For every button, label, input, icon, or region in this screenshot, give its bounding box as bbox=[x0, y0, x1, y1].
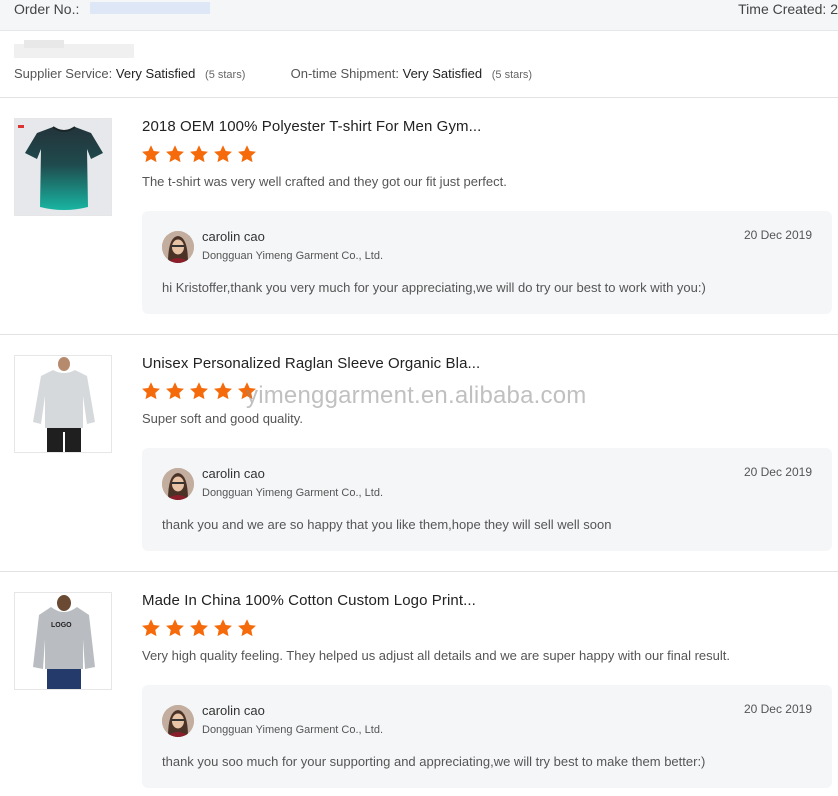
review-comment: Very high quality feeling. They helped u… bbox=[142, 648, 731, 663]
supplier-service-value: Very Satisfied bbox=[115, 66, 196, 81]
buyer-name-redacted-2 bbox=[24, 40, 64, 48]
reply-text: thank you and we are so happy that you l… bbox=[162, 517, 612, 532]
watermark: yimenggarment.en.alibaba.com bbox=[246, 382, 587, 409]
avatar bbox=[162, 468, 194, 500]
shipment-label: On-time Shipment: bbox=[290, 66, 399, 81]
sweatshirt-icon bbox=[15, 356, 111, 452]
replier-company: Dongguan Yimeng Garment Co., Ltd. bbox=[202, 250, 383, 262]
person-avatar-icon bbox=[162, 705, 194, 737]
star-icon bbox=[214, 382, 232, 400]
star-icon bbox=[238, 619, 256, 637]
replier-company: Dongguan Yimeng Garment Co., Ltd. bbox=[202, 487, 383, 499]
star-icon bbox=[166, 145, 184, 163]
replier-name: carolin cao bbox=[202, 229, 265, 244]
divider bbox=[0, 571, 838, 572]
star-icon bbox=[142, 382, 160, 400]
order-number-redacted bbox=[90, 2, 210, 14]
reply-date: 20 Dec 2019 bbox=[743, 228, 812, 242]
star-icon bbox=[214, 619, 232, 637]
replier-company: Dongguan Yimeng Garment Co., Ltd. bbox=[202, 724, 383, 736]
avatar bbox=[162, 231, 194, 263]
star-icon bbox=[166, 619, 184, 637]
tshirt-icon bbox=[15, 119, 111, 215]
shipment-stars: (5 stars) bbox=[491, 69, 533, 81]
star-icon bbox=[190, 382, 208, 400]
order-header: Order No.: Time Created: 2 bbox=[0, 0, 838, 31]
divider bbox=[0, 334, 838, 335]
divider bbox=[0, 97, 838, 98]
review-comment: The t-shirt was very well crafted and th… bbox=[142, 174, 507, 189]
star-rating bbox=[141, 618, 261, 638]
star-rating bbox=[141, 381, 261, 401]
product-image[interactable] bbox=[14, 118, 112, 216]
reply-text: thank you soo much for your supporting a… bbox=[162, 754, 706, 769]
star-icon bbox=[214, 145, 232, 163]
star-icon bbox=[238, 145, 256, 163]
star-icon bbox=[190, 145, 208, 163]
review-comment: Super soft and good quality. bbox=[142, 411, 303, 426]
replier-name: carolin cao bbox=[202, 703, 265, 718]
star-icon bbox=[142, 145, 160, 163]
product-title-link[interactable]: 2018 OEM 100% Polyester T-shirt For Men … bbox=[142, 118, 481, 135]
product-image[interactable]: LOGO bbox=[14, 592, 112, 690]
hoodie-logo-text: LOGO bbox=[51, 622, 72, 629]
star-icon bbox=[190, 619, 208, 637]
hoodie-icon: LOGO bbox=[15, 593, 111, 689]
product-image[interactable] bbox=[14, 355, 112, 453]
person-avatar-icon bbox=[162, 468, 194, 500]
product-title-link[interactable]: Unisex Personalized Raglan Sleeve Organi… bbox=[142, 355, 480, 372]
time-created-label: Time Created: 2 bbox=[738, 1, 838, 17]
supplier-reply: carolin cao Dongguan Yimeng Garment Co.,… bbox=[142, 211, 832, 314]
replier-name: carolin cao bbox=[202, 466, 265, 481]
reply-date: 20 Dec 2019 bbox=[743, 465, 812, 479]
supplier-reply: carolin cao Dongguan Yimeng Garment Co.,… bbox=[142, 448, 832, 551]
shipment-value: Very Satisfied bbox=[402, 66, 483, 81]
supplier-service-stars: (5 stars) bbox=[205, 69, 246, 81]
reply-date: 20 Dec 2019 bbox=[743, 702, 812, 716]
star-icon bbox=[142, 619, 160, 637]
supplier-service-label: Supplier Service: bbox=[14, 66, 113, 81]
star-icon bbox=[166, 382, 184, 400]
supplier-reply: carolin cao Dongguan Yimeng Garment Co.,… bbox=[142, 685, 832, 788]
star-rating bbox=[141, 144, 261, 164]
product-title-link[interactable]: Made In China 100% Cotton Custom Logo Pr… bbox=[142, 592, 476, 609]
person-avatar-icon bbox=[162, 231, 194, 263]
order-ratings-summary: Supplier Service: Very Satisfied (5 star… bbox=[14, 66, 532, 81]
avatar bbox=[162, 705, 194, 737]
order-number-label: Order No.: bbox=[14, 1, 80, 17]
reply-text: hi Kristoffer,thank you very much for yo… bbox=[162, 280, 706, 295]
